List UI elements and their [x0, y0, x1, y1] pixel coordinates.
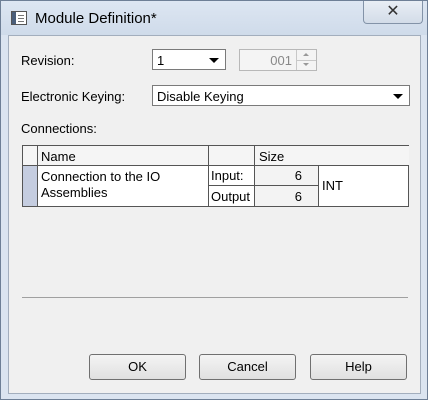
revision-label: Revision:	[21, 53, 75, 68]
column-header-direction[interactable]	[209, 146, 255, 166]
output-label: Output	[211, 189, 251, 204]
column-size-label: Size	[259, 149, 285, 164]
table-row[interactable]: Connection to the IO Assemblies	[38, 166, 209, 206]
electronic-keying-label: Electronic Keying:	[21, 89, 126, 104]
electronic-keying-dropdown[interactable]: Disable Keying	[152, 85, 410, 106]
input-size-cell[interactable]: 6	[255, 166, 319, 186]
chevron-down-icon	[209, 58, 219, 63]
input-label: Input:	[211, 168, 244, 183]
window-title: Module Definition*	[35, 10, 157, 27]
revision-minor-spinner[interactable]: 001	[239, 49, 317, 71]
row-header-corner	[23, 146, 38, 166]
ok-button[interactable]: OK	[89, 354, 186, 380]
data-type-value: INT	[322, 178, 343, 193]
revision-major-value: 1	[157, 53, 165, 68]
row-selector[interactable]	[23, 166, 38, 206]
cancel-button[interactable]: Cancel	[199, 354, 296, 380]
column-header-name[interactable]: Name	[38, 146, 209, 166]
module-definition-dialog: Module Definition* ✕ Revision: 1 001 Ele…	[0, 0, 428, 400]
separator-line	[22, 297, 408, 298]
chevron-down-icon	[393, 94, 403, 99]
column-header-size[interactable]: Size	[255, 146, 409, 166]
column-name-label: Name	[41, 149, 76, 164]
connections-label: Connections:	[21, 121, 97, 136]
input-label-cell: Input:	[209, 166, 255, 186]
connections-table: Name Size Connection to the IO Assemblie…	[22, 145, 409, 207]
connection-name: Connection to the IO Assemblies	[41, 169, 161, 200]
electronic-keying-value: Disable Keying	[157, 89, 244, 104]
spin-down-icon[interactable]	[297, 60, 316, 70]
output-label-cell: Output	[209, 186, 255, 206]
help-button[interactable]: Help	[310, 354, 407, 380]
close-icon: ✕	[386, 3, 400, 20]
revision-minor-value: 001	[270, 53, 292, 68]
data-type-cell[interactable]: INT	[319, 166, 409, 206]
close-button[interactable]: ✕	[363, 1, 423, 24]
title-bar[interactable]: Module Definition* ✕	[1, 1, 427, 35]
dialog-content: Revision: 1 001 Electronic Keying: Disab…	[8, 35, 421, 394]
revision-major-dropdown[interactable]: 1	[152, 49, 226, 70]
input-size-value: 6	[294, 168, 302, 183]
window-icon	[11, 11, 27, 25]
spinner-buttons	[296, 50, 316, 70]
output-size-value: 6	[294, 189, 302, 204]
output-size-cell[interactable]: 6	[255, 186, 319, 206]
